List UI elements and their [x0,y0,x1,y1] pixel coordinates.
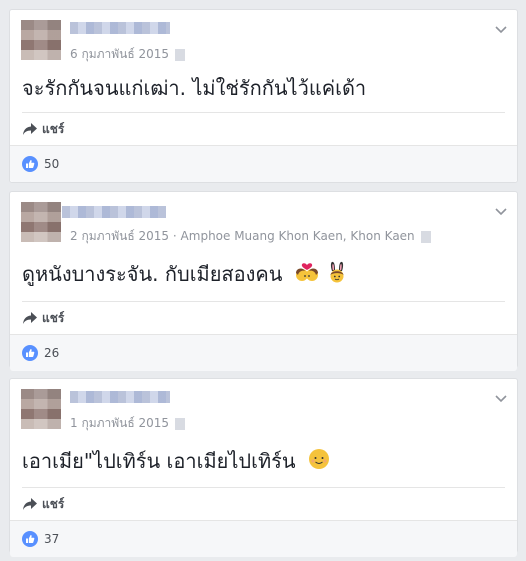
share-arrow-icon [23,312,37,324]
thumbs-up-icon[interactable] [22,531,38,547]
share-button[interactable]: แชร์ [22,112,505,145]
post-location[interactable]: Amphoe Muang Khon Kaen, Khon Kaen [181,229,415,243]
likes-row: 50 [10,145,517,182]
post-text-row: ดูหนังบางระจัน. กับเมียสองคน [10,260,517,290]
avatar[interactable] [21,202,61,242]
post-date[interactable]: 2 กุมภาพันธ์ 2015 [70,229,169,243]
post-card: 6 กุมภาพันธ์ 2015 จะรักกันจนแก่เฒ่า. ไม่… [9,9,518,183]
chevron-down-icon[interactable] [494,391,508,405]
smiling-face-emoji [308,448,330,477]
like-count[interactable]: 50 [44,157,59,171]
thumbs-up-icon[interactable] [22,156,38,172]
post-card: 1 กุมภาพันธ์ 2015 เอาเมีย"ไปเทิร์น เอาเม… [9,378,518,557]
post-date[interactable]: 1 กุมภาพันธ์ 2015 [70,416,169,430]
avatar[interactable] [21,20,61,60]
post-text: ดูหนังบางระจัน. กับเมียสองคน [22,262,283,286]
share-label: แชร์ [42,496,65,511]
thumbs-up-icon[interactable] [22,345,38,361]
chevron-down-icon[interactable] [494,22,508,36]
post-header: 2 กุมภาพันธ์ 2015 · Amphoe Muang Khon Ka… [10,192,517,248]
like-count[interactable]: 37 [44,532,59,546]
post-header: 6 กุมภาพันธ์ 2015 [10,10,517,66]
likes-row: 26 [10,334,517,371]
bunny-ears-emoji [327,261,347,290]
share-button[interactable]: แชร์ [22,301,505,334]
news-feed: 6 กุมภาพันธ์ 2015 จะรักกันจนแก่เฒ่า. ไม่… [0,0,526,561]
post-card: 2 กุมภาพันธ์ 2015 · Amphoe Muang Khon Ka… [9,191,518,371]
chevron-down-icon[interactable] [494,204,508,218]
share-label: แชร์ [42,310,65,325]
post-meta: 2 กุมภาพันธ์ 2015 · Amphoe Muang Khon Ka… [70,227,431,246]
post-header: 1 กุมภาพันธ์ 2015 [10,379,517,435]
privacy-icon [175,48,186,61]
post-text-row: เอาเมีย"ไปเทิร์น เอาเมียไปเทิร์น [10,447,517,477]
meta-separator: · [172,229,181,243]
like-count[interactable]: 26 [44,346,59,360]
post-text: เอาเมีย"ไปเทิร์น เอาเมียไปเทิร์น [22,449,296,473]
post-meta: 6 กุมภาพันธ์ 2015 [70,45,186,64]
share-label: แชร์ [42,121,65,136]
privacy-icon [175,417,186,430]
post-text: จะรักกันจนแก่เฒ่า. ไม่ใช่รักกันไว้แค่เด้… [22,76,367,100]
likes-row: 37 [10,520,517,557]
author-name-blurred[interactable] [70,22,170,34]
share-button[interactable]: แชร์ [22,487,505,520]
privacy-icon [420,230,431,243]
share-arrow-icon [23,498,37,510]
share-arrow-icon [23,123,37,135]
post-meta: 1 กุมภาพันธ์ 2015 [70,414,186,433]
couple-kiss-emoji [295,261,319,290]
post-date[interactable]: 6 กุมภาพันธ์ 2015 [70,47,169,61]
avatar[interactable] [21,389,61,429]
author-name-blurred[interactable] [70,391,170,403]
author-name-blurred[interactable] [62,206,166,218]
